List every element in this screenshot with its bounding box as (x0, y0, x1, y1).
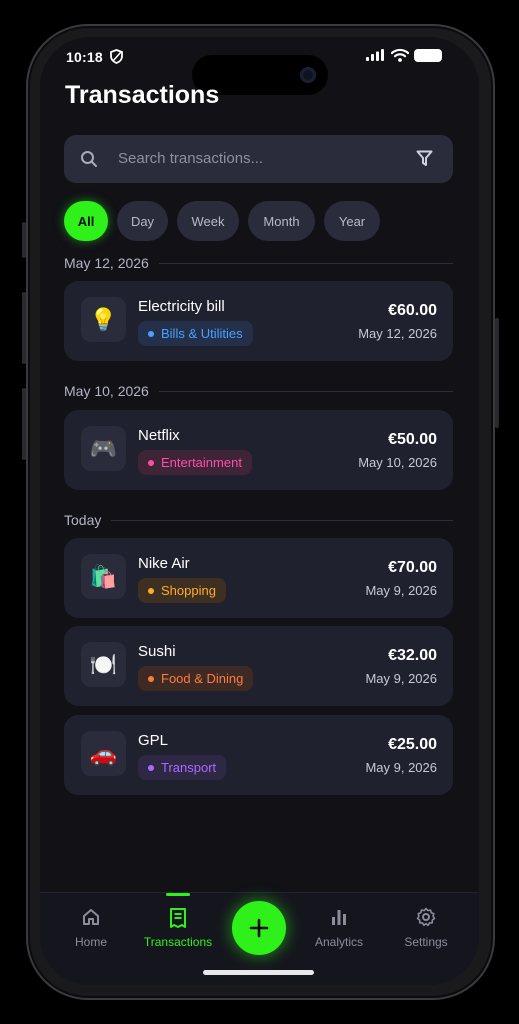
nav-settings-label: Settings (404, 935, 448, 949)
filter-chip-all[interactable]: All (64, 201, 108, 241)
battery-icon (414, 49, 442, 62)
divider (158, 390, 453, 392)
home-icon (83, 909, 99, 925)
transaction-amount: €32.00 (388, 647, 437, 664)
nav-home-label: Home (74, 935, 107, 949)
category-label: Shopping (161, 583, 216, 598)
filter-icon[interactable] (416, 150, 433, 167)
add-transaction-button[interactable] (232, 901, 286, 955)
bottom-navigation: Home Transactions Analytics Settings (40, 892, 479, 985)
nav-transactions[interactable]: Transactions (138, 907, 218, 949)
car-icon: 🚗 (81, 731, 126, 776)
filter-chip-week[interactable]: Week (177, 201, 239, 241)
date-group-header: May 12, 2026 (64, 255, 453, 271)
transaction-card[interactable]: 🛍️ Nike Air Shopping €70.00 May 9, 2026 (64, 538, 453, 618)
search-bar[interactable]: Search transactions... (64, 135, 453, 183)
category-badge: Transport (138, 755, 227, 780)
date-group-label: Today (64, 512, 102, 528)
phone-side-button (22, 292, 26, 364)
phone-side-button (22, 388, 26, 460)
filter-chip-month[interactable]: Month (248, 201, 315, 241)
period-filter-chips: All Day Week Month Year (64, 201, 380, 241)
nav-analytics-label: Analytics (314, 935, 364, 949)
signal-icon (366, 49, 384, 61)
transaction-date: May 10, 2026 (358, 455, 437, 470)
gear-icon (416, 907, 436, 927)
shopping-bags-icon: 🛍️ (81, 554, 126, 599)
search-input[interactable]: Search transactions... (118, 150, 263, 167)
transaction-name: Electricity bill (138, 298, 225, 315)
category-label: Bills & Utilities (161, 326, 243, 341)
bar-chart-icon (332, 910, 346, 925)
category-badge: Shopping (138, 578, 226, 603)
game-controller-icon: 🎮 (81, 426, 126, 471)
transaction-name: GPL (138, 732, 169, 749)
transaction-date: May 9, 2026 (365, 583, 437, 598)
filter-chip-day[interactable]: Day (117, 201, 168, 241)
category-badge: Entertainment (138, 450, 252, 475)
date-group-header: Today (64, 512, 453, 528)
active-tab-indicator (166, 893, 190, 896)
transaction-card[interactable]: 🍽️ Sushi Food & Dining €32.00 May 9, 202… (64, 626, 453, 706)
phone-side-button (495, 318, 499, 428)
transaction-card[interactable]: 💡 Electricity bill Bills & Utilities €60… (64, 281, 453, 361)
filter-chip-year[interactable]: Year (324, 201, 380, 241)
nav-home[interactable]: Home (51, 907, 131, 949)
category-dot (148, 330, 154, 337)
nav-settings[interactable]: Settings (386, 907, 466, 949)
plus-icon (249, 918, 269, 938)
transaction-name: Netflix (138, 427, 180, 444)
plate-cutlery-icon: 🍽️ (81, 642, 126, 687)
transaction-amount: €60.00 (388, 302, 437, 319)
camera-icon (300, 67, 316, 83)
phone-side-button (22, 222, 26, 258)
transaction-card[interactable]: 🎮 Netflix Entertainment €50.00 May 10, 2… (64, 410, 453, 490)
transaction-date: May 12, 2026 (358, 326, 437, 341)
search-icon (81, 151, 97, 167)
category-dot (148, 587, 154, 594)
transaction-name: Sushi (138, 643, 176, 660)
category-label: Food & Dining (161, 671, 244, 686)
home-indicator (203, 970, 314, 975)
transaction-date: May 9, 2026 (365, 671, 437, 686)
transaction-name: Nike Air (138, 555, 190, 572)
category-label: Entertainment (161, 455, 242, 470)
date-group-header: May 10, 2026 (64, 383, 453, 399)
date-group-label: May 12, 2026 (64, 255, 149, 271)
category-badge: Food & Dining (138, 666, 254, 691)
page-title: Transactions (65, 81, 220, 109)
app-screen: 10:18 Transactions Search transactions..… (40, 37, 479, 985)
shield-icon (110, 49, 123, 64)
transaction-date: May 9, 2026 (365, 760, 437, 775)
category-label: Transport (161, 760, 217, 775)
divider (158, 262, 453, 264)
status-bar: 10:18 (40, 37, 479, 95)
nav-analytics[interactable]: Analytics (299, 907, 379, 949)
nav-transactions-label: Transactions (143, 935, 213, 949)
date-group-label: May 10, 2026 (64, 383, 149, 399)
receipt-icon (170, 908, 186, 928)
transaction-amount: €70.00 (388, 559, 437, 576)
wifi-icon (391, 48, 409, 62)
category-badge: Bills & Utilities (138, 321, 253, 346)
category-dot (148, 764, 154, 771)
transaction-amount: €50.00 (388, 431, 437, 448)
lightbulb-icon: 💡 (81, 297, 126, 342)
divider (111, 519, 453, 521)
transaction-card[interactable]: 🚗 GPL Transport €25.00 May 9, 2026 (64, 715, 453, 795)
category-dot (148, 675, 154, 682)
transaction-amount: €25.00 (388, 736, 437, 753)
category-dot (148, 459, 154, 466)
status-time: 10:18 (66, 49, 103, 65)
